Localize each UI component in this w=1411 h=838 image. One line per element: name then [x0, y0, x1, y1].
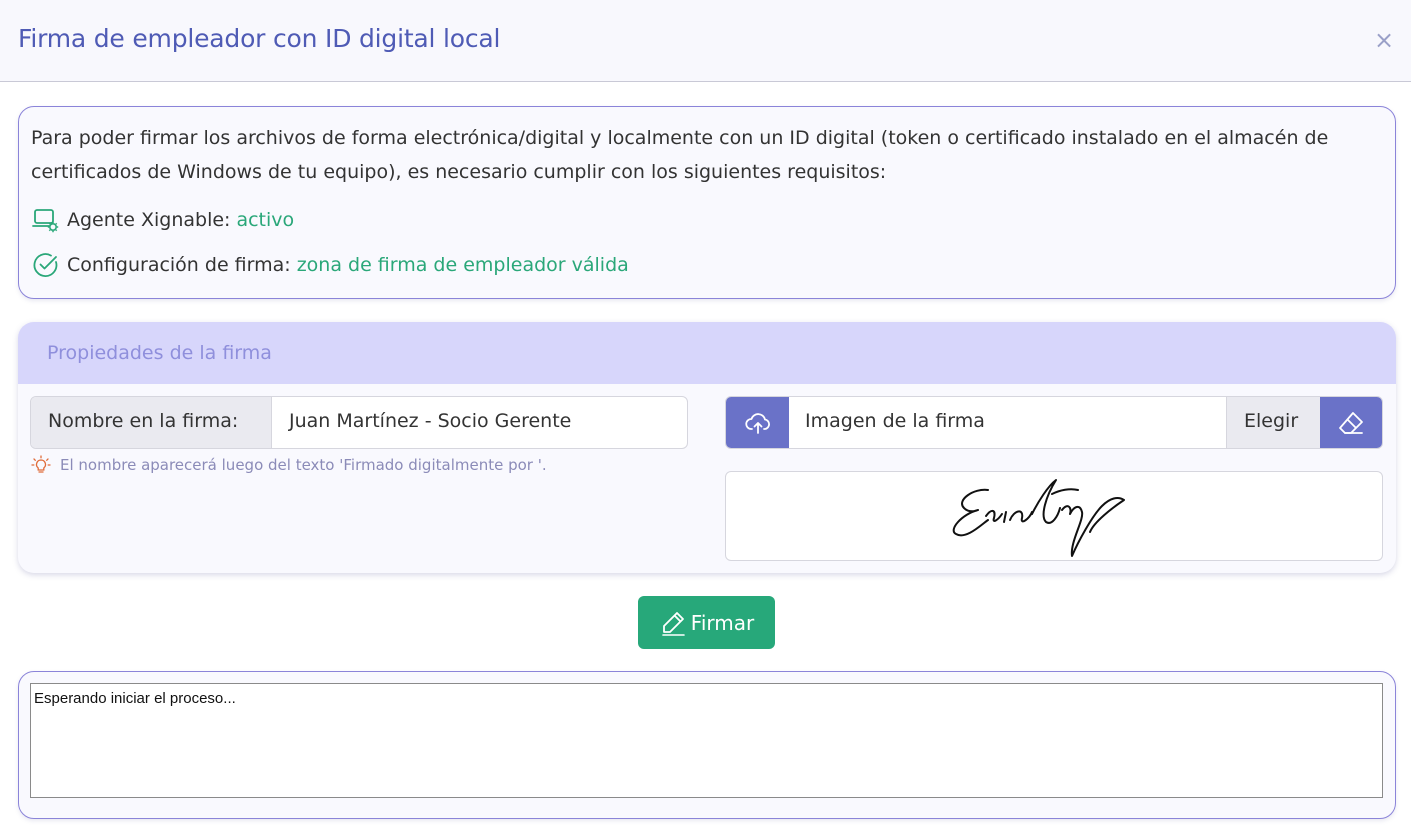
signature-image-field[interactable]: Imagen de la firma: [789, 397, 1226, 448]
hint-text: El nombre aparecerá luego del texto 'Fir…: [60, 456, 547, 474]
signature-properties-panel: Propiedades de la firma Nombre en la fir…: [18, 322, 1396, 573]
close-icon[interactable]: ×: [1373, 26, 1395, 54]
agent-label: Agente Xignable:: [67, 209, 231, 231]
agent-status: activo: [236, 209, 295, 231]
signature-name-hint: El nombre aparecerá luego del texto 'Fir…: [30, 454, 547, 476]
signature-image-group: Imagen de la firma Elegir: [725, 396, 1383, 449]
choose-image-button[interactable]: Elegir: [1226, 397, 1320, 448]
requirements-intro: Para poder firmar los archivos de forma …: [31, 127, 1329, 183]
requirements-panel: Para poder firmar los archivos de forma …: [18, 106, 1396, 299]
process-log-textarea[interactable]: Esperando iniciar el proceso...: [30, 683, 1383, 798]
signature-name-input[interactable]: Juan Martínez - Socio Gerente: [272, 397, 687, 448]
signature-image-preview: [725, 471, 1383, 561]
agent-status-row: Agente Xignable: activo: [31, 205, 294, 235]
cloud-upload-icon[interactable]: [726, 397, 789, 448]
config-status: zona de firma de empleador válida: [296, 254, 629, 276]
pen-icon: [659, 609, 687, 637]
signature-name-group: Nombre en la firma: Juan Martínez - Soci…: [30, 396, 688, 449]
eraser-icon[interactable]: [1320, 397, 1382, 448]
laptop-gear-icon: [31, 205, 61, 235]
sign-button-label: Firmar: [690, 610, 755, 635]
config-label: Configuración de firma:: [67, 254, 291, 276]
process-log-panel: Esperando iniciar el proceso...: [18, 671, 1396, 819]
dialog-header: Firma de empleador con ID digital local …: [0, 0, 1411, 82]
dialog-title: Firma de empleador con ID digital local: [18, 24, 501, 53]
check-circle-icon: [31, 250, 61, 280]
lightbulb-icon: [30, 454, 52, 476]
config-status-row: Configuración de firma: zona de firma de…: [31, 250, 629, 280]
signature-name-label: Nombre en la firma:: [31, 397, 272, 448]
properties-title: Propiedades de la firma: [18, 322, 1396, 384]
handwritten-signature-image: [952, 479, 1125, 557]
sign-button[interactable]: Firmar: [638, 596, 775, 649]
